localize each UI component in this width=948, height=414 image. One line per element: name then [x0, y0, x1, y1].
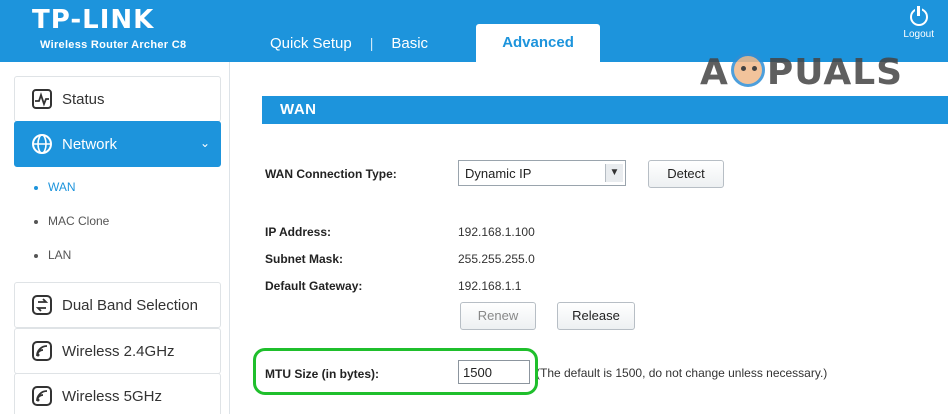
watermark-logo: A PUALS	[700, 52, 904, 93]
connection-type-select[interactable]: Dynamic IP ▼	[458, 160, 626, 186]
release-button[interactable]: Release	[557, 302, 635, 330]
subnet-mask-label: Subnet Mask:	[265, 252, 344, 266]
connection-type-label: WAN Connection Type:	[265, 167, 397, 181]
sidebar-item-label: Network	[62, 135, 118, 153]
wireless-icon	[31, 340, 53, 362]
sidebar-item-wireless-5[interactable]: Wireless 5GHz	[14, 373, 221, 414]
sidebar-item-dual-band[interactable]: Dual Band Selection	[14, 282, 221, 328]
ip-address-value: 192.168.1.100	[458, 225, 535, 239]
section-header: WAN	[262, 96, 948, 124]
sidebar-subitem-mac-clone[interactable]: MAC Clone	[34, 214, 109, 228]
default-gateway-value: 192.168.1.1	[458, 279, 522, 293]
dual-band-icon	[31, 294, 53, 316]
sidebar-item-network[interactable]: Network ⌄	[14, 121, 221, 167]
mtu-size-note: (The default is 1500, do not change unle…	[536, 366, 828, 380]
mtu-highlight-outline	[253, 348, 538, 395]
connection-type-value: Dynamic IP	[465, 166, 532, 181]
sidebar-item-status[interactable]: Status	[14, 76, 221, 122]
bullet-icon	[34, 185, 38, 190]
ip-address-label: IP Address:	[265, 225, 332, 239]
chevron-down-icon: ▼	[605, 164, 623, 182]
status-icon	[31, 88, 53, 110]
brand-name: TP-LINK	[32, 5, 155, 35]
power-icon	[909, 6, 928, 26]
top-tabs: Quick Setup | Basic Advanced	[252, 24, 601, 62]
bullet-icon	[34, 219, 38, 224]
sidebar-item-label: Wireless 2.4GHz	[62, 342, 175, 360]
sidebar-item-label: Dual Band Selection	[62, 296, 198, 314]
sidebar-subitem-wan[interactable]: WAN	[34, 180, 76, 194]
tab-advanced[interactable]: Advanced	[476, 24, 601, 62]
tab-basic[interactable]: Basic	[373, 35, 446, 62]
section-title: WAN	[280, 101, 317, 118]
globe-icon	[31, 133, 53, 155]
mascot-icon	[730, 53, 765, 87]
bullet-icon	[34, 253, 38, 258]
chevron-down-icon: ⌄	[199, 136, 210, 150]
sidebar-item-label: Status	[62, 90, 105, 108]
default-gateway-label: Default Gateway:	[265, 279, 363, 293]
brand-logo: TP-LINK Wireless Router Archer C8	[32, 6, 186, 51]
subnet-mask-value: 255.255.255.0	[458, 252, 535, 266]
brand-model: Wireless Router Archer C8	[40, 39, 187, 51]
renew-button[interactable]: Renew	[460, 302, 536, 330]
sidebar: Status Network ⌄ WAN MAC Clone LAN Dual …	[0, 62, 230, 414]
tab-quick-setup[interactable]: Quick Setup	[252, 35, 370, 62]
sidebar-subitem-lan[interactable]: LAN	[34, 248, 71, 262]
detect-button[interactable]: Detect	[648, 160, 724, 188]
sidebar-item-wireless-24[interactable]: Wireless 2.4GHz	[14, 328, 221, 374]
wireless-icon	[31, 385, 53, 407]
sidebar-item-label: Wireless 5GHz	[62, 387, 163, 405]
logout-label: Logout	[903, 29, 934, 40]
logout-button[interactable]: Logout	[903, 6, 934, 40]
